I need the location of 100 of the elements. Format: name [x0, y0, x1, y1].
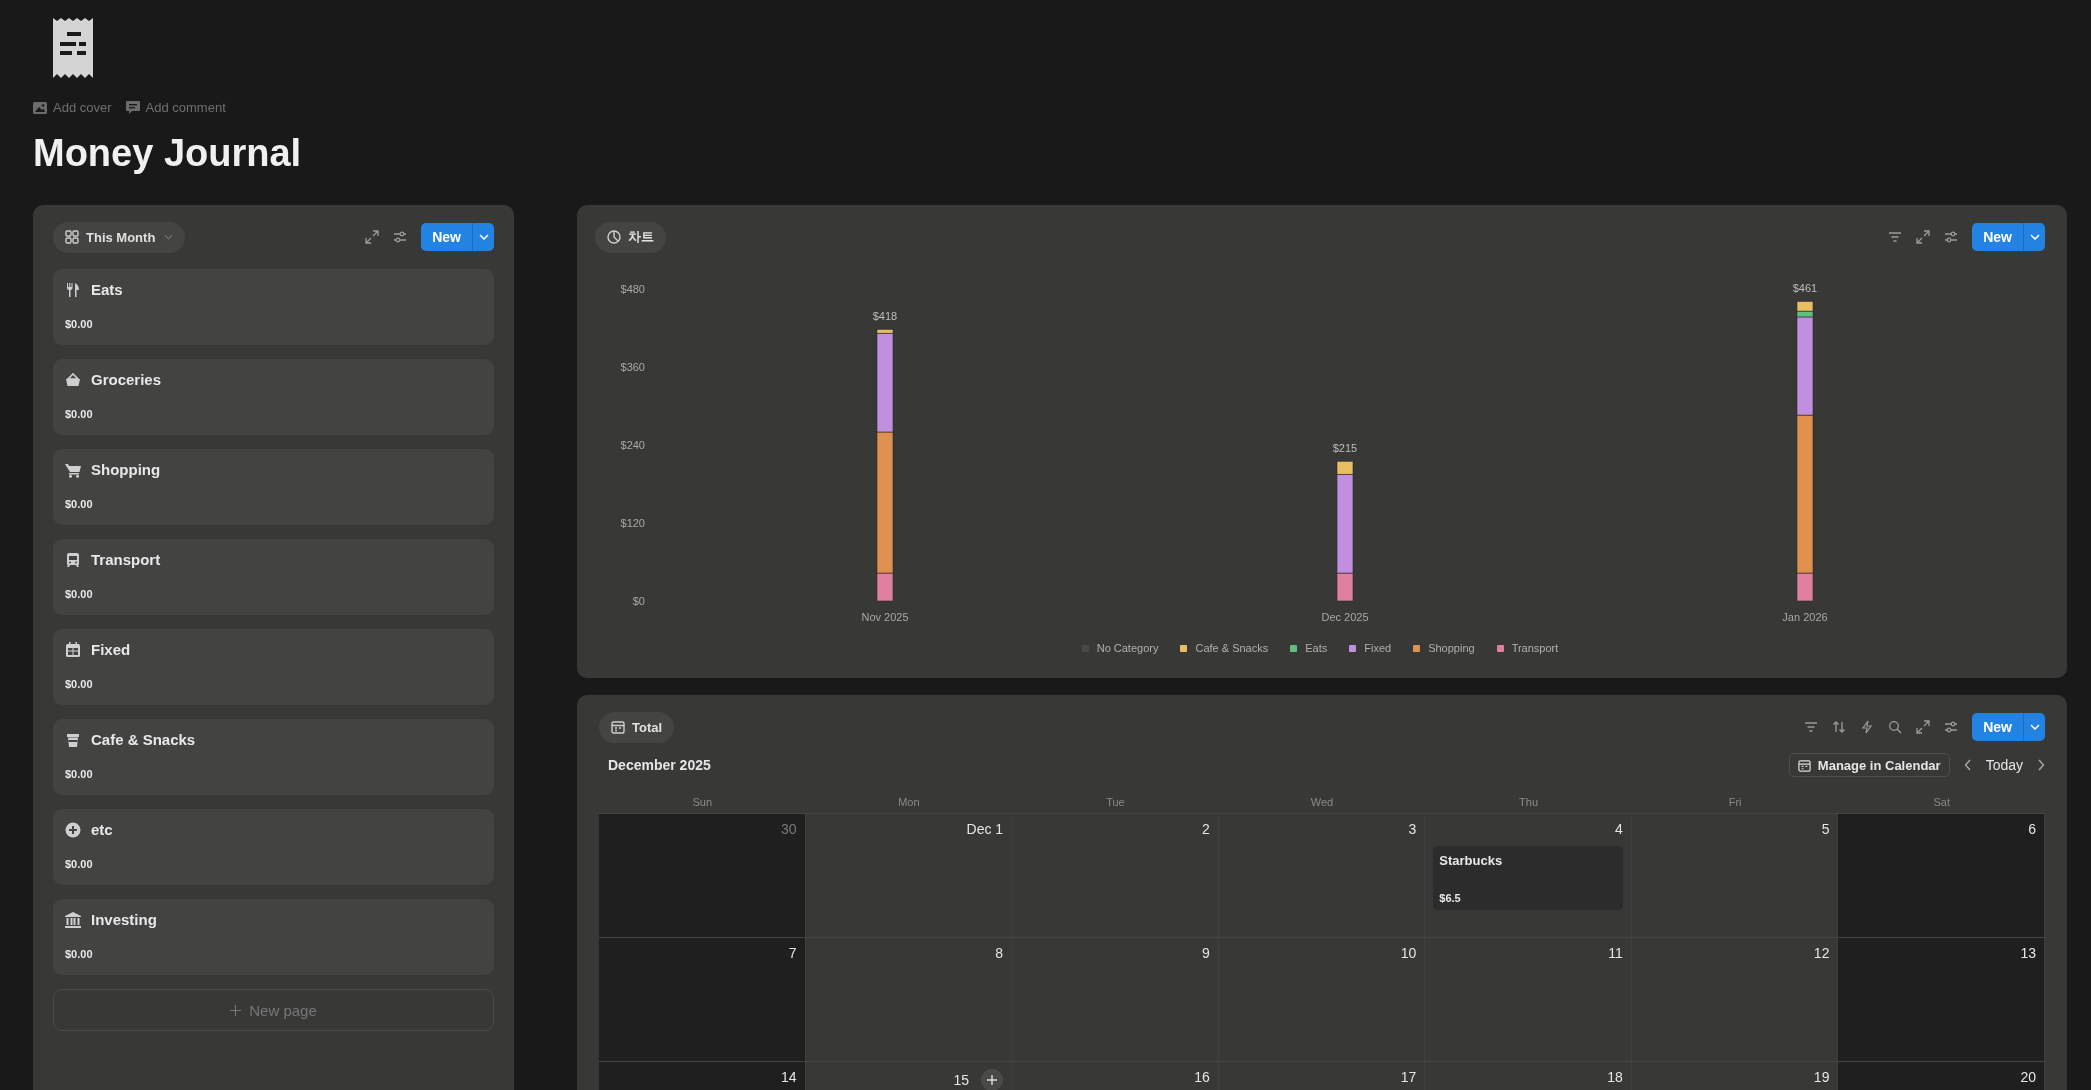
day-number: 30: [781, 821, 797, 837]
day-number: 11: [1608, 945, 1623, 961]
page-title: Money Journal: [33, 131, 303, 176]
category-card[interactable]: Eats $0.00: [53, 269, 494, 345]
utensils-icon: [65, 281, 81, 298]
filter-icon[interactable]: [1888, 230, 1903, 244]
day-cell[interactable]: 16: [1012, 1062, 1219, 1090]
day-number: 2: [1201, 821, 1210, 837]
view-tab[interactable]: 차트: [595, 221, 666, 253]
category-card[interactable]: Groceries $0.00: [53, 359, 494, 435]
card-amount: $0.00: [65, 318, 94, 332]
sort-icon[interactable]: [1832, 720, 1847, 734]
day-cell[interactable]: 15: [805, 1062, 1013, 1090]
legend-label: Fixed: [1364, 642, 1392, 654]
day-cell[interactable]: 18: [1425, 1062, 1632, 1090]
day-cell[interactable]: 20: [1838, 1062, 2045, 1090]
manage-calendar-button[interactable]: Manage in Calendar: [1788, 753, 1950, 777]
expand-icon[interactable]: [1916, 720, 1931, 734]
card-title: Shopping: [91, 461, 161, 478]
legend-label: No Category: [1096, 642, 1159, 654]
day-cell[interactable]: 8: [805, 938, 1013, 1062]
day-number: Dec 1: [966, 821, 1004, 837]
filter-icon[interactable]: [1804, 720, 1819, 734]
day-cell[interactable]: 4 Starbucks $6.5: [1425, 814, 1632, 938]
event-card[interactable]: Starbucks $6.5: [1433, 846, 1623, 910]
calendar-icon: [611, 720, 625, 734]
axis-label: $480: [620, 283, 645, 295]
category-card[interactable]: Shopping $0.00: [53, 449, 494, 525]
new-button[interactable]: New: [421, 223, 472, 251]
calendar-icon: [65, 641, 81, 658]
weekday-label: Tue: [1106, 796, 1125, 808]
new-dropdown-button[interactable]: [2023, 713, 2045, 741]
settings-icon[interactable]: [1944, 230, 1959, 244]
previous-icon[interactable]: [1963, 759, 1972, 771]
category-card[interactable]: Transport $0.00: [53, 539, 494, 615]
view-tab[interactable]: Total: [599, 711, 675, 743]
day-cell[interactable]: 2: [1012, 814, 1219, 938]
new-button[interactable]: New: [1972, 713, 2023, 741]
next-icon[interactable]: [2037, 759, 2045, 771]
day-number: 5: [1821, 821, 1830, 837]
basket-icon: [65, 371, 81, 388]
day-cell[interactable]: 6: [1838, 814, 2045, 938]
weekday-label: Sun: [692, 796, 713, 808]
day-cell[interactable]: 10: [1218, 938, 1426, 1062]
bank-icon: [65, 911, 81, 928]
legend-label: Transport: [1511, 642, 1559, 654]
day-number: 10: [1400, 945, 1417, 961]
event-title: Starbucks: [1439, 853, 1504, 868]
search-icon[interactable]: [1888, 720, 1903, 734]
today-button[interactable]: Today: [1985, 757, 2023, 773]
new-button[interactable]: New: [1972, 223, 2023, 251]
weekday-label: Mon: [898, 796, 920, 808]
day-cell[interactable]: 11: [1425, 938, 1632, 1062]
category-card[interactable]: Investing $0.00: [53, 899, 494, 975]
day-cell[interactable]: 17: [1218, 1062, 1426, 1090]
add-event-button[interactable]: [981, 1069, 1004, 1090]
day-number: 16: [1194, 1069, 1210, 1085]
category-card[interactable]: etc $0.00: [53, 809, 494, 885]
settings-icon[interactable]: [393, 230, 408, 244]
day-cell[interactable]: Dec 1: [805, 814, 1013, 938]
day-cell[interactable]: 14: [599, 1062, 806, 1090]
legend-label: Cafe & Snacks: [1195, 642, 1269, 654]
day-cell[interactable]: 30: [599, 814, 806, 938]
axis-label: $0: [632, 595, 645, 607]
day-number: 17: [1400, 1069, 1417, 1085]
day-cell[interactable]: 7: [599, 938, 806, 1062]
axis-label: $120: [620, 517, 645, 529]
weekday-label: Wed: [1310, 796, 1334, 808]
day-number: 20: [2020, 1069, 2036, 1085]
card-title: Cafe & Snacks: [91, 731, 196, 748]
event-amount: $6.5: [1439, 892, 1462, 904]
card-title: Transport: [91, 551, 161, 568]
settings-icon[interactable]: [1944, 720, 1959, 734]
day-cell[interactable]: 13: [1838, 938, 2045, 1062]
card-amount: $0.00: [65, 408, 94, 422]
page-action-button[interactable]: Add cover: [33, 100, 112, 115]
card-title: Groceries: [91, 371, 162, 388]
expand-icon[interactable]: [365, 230, 380, 244]
chevron-down-icon: [2029, 234, 2040, 240]
page-action-button[interactable]: Add comment: [125, 100, 226, 115]
bar-segment: [1796, 301, 1814, 312]
category-card[interactable]: Cafe & Snacks $0.00: [53, 719, 494, 795]
category-card[interactable]: Fixed $0.00: [53, 629, 494, 705]
plus-icon: [987, 1075, 998, 1085]
card-title: Investing: [91, 911, 157, 928]
cup-icon: [65, 731, 81, 748]
weekday-label: Sat: [1933, 796, 1950, 808]
day-cell[interactable]: 3: [1218, 814, 1426, 938]
lightning-icon[interactable]: [1860, 720, 1875, 734]
expand-icon[interactable]: [1916, 230, 1931, 244]
chevron-down-icon: [478, 234, 489, 240]
day-cell[interactable]: 9: [1012, 938, 1219, 1062]
view-tab[interactable]: This Month: [53, 221, 186, 253]
new-dropdown-button[interactable]: [2023, 223, 2045, 251]
new-dropdown-button[interactable]: [472, 223, 494, 251]
axis-label: Jan 2026: [1782, 611, 1828, 623]
day-number: 19: [1813, 1069, 1830, 1085]
card-amount: $0.00: [65, 588, 94, 602]
card-amount: $0.00: [65, 858, 94, 872]
bus-icon: [65, 551, 81, 568]
